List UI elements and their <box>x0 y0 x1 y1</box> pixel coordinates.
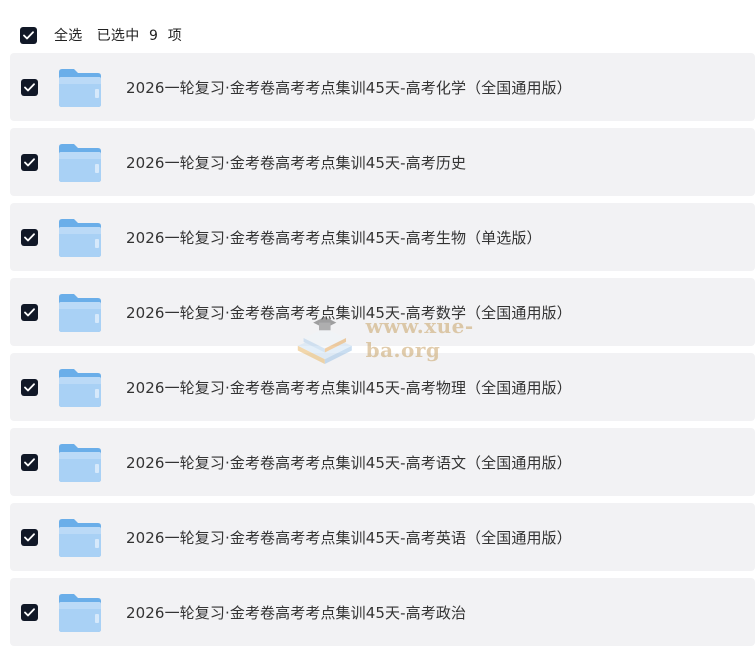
item-label[interactable]: 2026一轮复习·金考卷高考考点集训45天-高考数学（全国通用版） <box>126 302 572 323</box>
item-label[interactable]: 2026一轮复习·金考卷高考考点集训45天-高考生物（单选版） <box>126 227 542 248</box>
folder-icon <box>59 69 101 107</box>
folder-icon-wrapper <box>57 516 103 558</box>
list-item[interactable]: 2026一轮复习·金考卷高考考点集训45天-高考英语（全国通用版） <box>10 503 755 571</box>
select-all-label[interactable]: 全选 <box>54 25 83 45</box>
list-item[interactable]: 2026一轮复习·金考卷高考考点集训45天-高考化学（全国通用版） <box>10 53 755 121</box>
item-checkbox[interactable] <box>21 78 38 96</box>
item-label[interactable]: 2026一轮复习·金考卷高考考点集训45天-高考政治 <box>126 602 466 623</box>
folder-icon-wrapper <box>57 141 103 183</box>
item-label[interactable]: 2026一轮复习·金考卷高考考点集训45天-高考英语（全国通用版） <box>126 527 572 548</box>
folder-icon-wrapper <box>57 441 103 483</box>
item-label[interactable]: 2026一轮复习·金考卷高考考点集训45天-高考化学（全国通用版） <box>126 77 572 98</box>
selection-header: 全选 已选中 9 项 <box>0 22 755 48</box>
folder-icon-wrapper <box>57 291 103 333</box>
item-checkbox[interactable] <box>21 453 38 471</box>
item-label[interactable]: 2026一轮复习·金考卷高考考点集训45天-高考历史 <box>126 152 466 173</box>
item-checkbox[interactable] <box>21 378 38 396</box>
checkmark-icon <box>23 30 34 39</box>
list-item[interactable]: 2026一轮复习·金考卷高考考点集训45天-高考历史 <box>10 128 755 196</box>
folder-icon <box>59 219 101 257</box>
folder-icon <box>59 144 101 182</box>
item-label[interactable]: 2026一轮复习·金考卷高考考点集训45天-高考物理（全国通用版） <box>126 377 572 398</box>
folder-icon <box>59 519 101 557</box>
folder-icon <box>59 294 101 332</box>
item-checkbox[interactable] <box>21 303 38 321</box>
item-label[interactable]: 2026一轮复习·金考卷高考考点集训45天-高考语文（全国通用版） <box>126 452 572 473</box>
folder-icon <box>59 369 101 407</box>
checkmark-icon <box>24 82 35 91</box>
list-item[interactable]: 2026一轮复习·金考卷高考考点集训45天-高考生物（单选版） <box>10 203 755 271</box>
folder-icon-wrapper <box>57 216 103 258</box>
folder-icon <box>59 444 101 482</box>
selected-count-text: 已选中 9 项 <box>96 28 183 44</box>
item-checkbox[interactable] <box>21 528 38 546</box>
folder-icon-wrapper <box>57 66 103 108</box>
list-item[interactable]: 2026一轮复习·金考卷高考考点集训45天-高考物理（全国通用版） <box>10 353 755 421</box>
item-checkbox[interactable] <box>21 603 38 621</box>
folder-icon <box>59 594 101 632</box>
checkmark-icon <box>24 607 35 616</box>
file-list: 2026一轮复习·金考卷高考考点集训45天-高考化学（全国通用版） 2026一轮复… <box>10 53 755 653</box>
list-item[interactable]: 2026一轮复习·金考卷高考考点集训45天-高考政治 <box>10 578 755 646</box>
select-all-checkbox[interactable] <box>20 26 37 44</box>
item-checkbox[interactable] <box>21 153 38 171</box>
item-checkbox[interactable] <box>21 228 38 246</box>
folder-icon-wrapper <box>57 366 103 408</box>
checkmark-icon <box>24 457 35 466</box>
list-item[interactable]: 2026一轮复习·金考卷高考考点集训45天-高考语文（全国通用版） <box>10 428 755 496</box>
checkmark-icon <box>24 157 35 166</box>
checkmark-icon <box>24 232 35 241</box>
folder-icon-wrapper <box>57 591 103 633</box>
checkmark-icon <box>24 382 35 391</box>
checkmark-icon <box>24 307 35 316</box>
checkmark-icon <box>24 532 35 541</box>
list-item[interactable]: 2026一轮复习·金考卷高考考点集训45天-高考数学（全国通用版） <box>10 278 755 346</box>
